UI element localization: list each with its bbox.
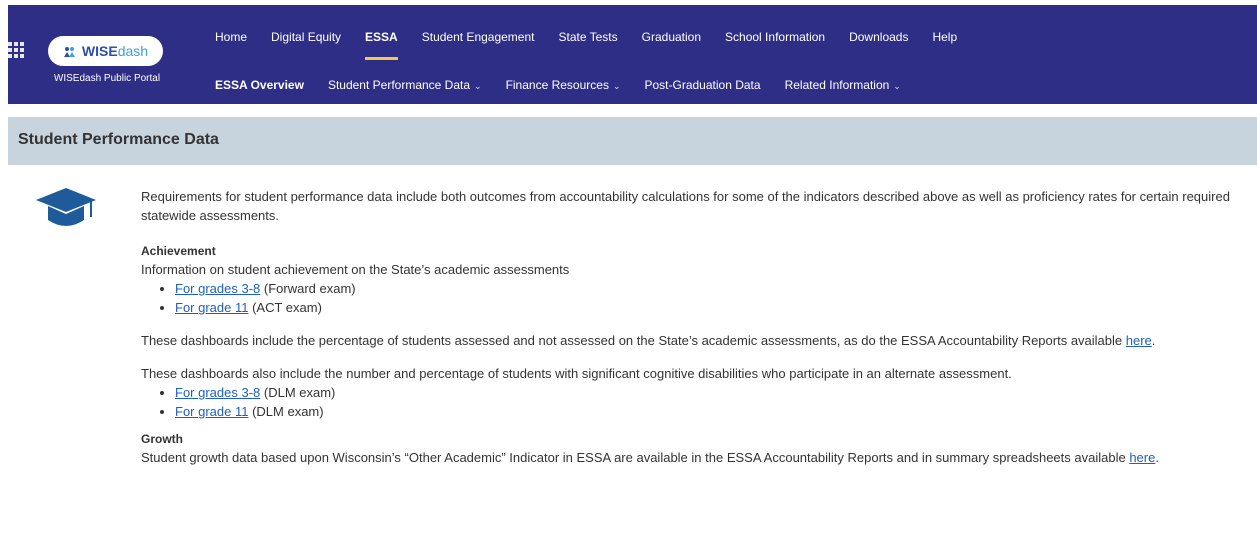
alternate-paragraph: These dashboards also include the number… [141, 366, 1012, 381]
subnav-post-graduation-data[interactable]: Post-Graduation Data [633, 78, 773, 92]
list-item: For grade 11 (DLM exam) [175, 402, 1241, 421]
link-suffix: (ACT exam) [248, 300, 322, 315]
chevron-down-icon: ⌄ [612, 81, 621, 91]
grade-11-act-link[interactable]: For grade 11 [175, 300, 248, 315]
primary-nav: Home Digital Equity ESSA Student Engagem… [203, 30, 969, 60]
list-item: For grades 3-8 (DLM exam) [175, 383, 1241, 402]
subnav-essa-overview[interactable]: ESSA Overview [203, 78, 316, 92]
growth-spreadsheets-link[interactable]: here [1129, 450, 1155, 465]
subnav-student-performance-data[interactable]: Student Performance Data ⌄ [316, 78, 494, 92]
wisedash-logo[interactable]: WISE dash [48, 36, 163, 66]
nav-state-tests[interactable]: State Tests [547, 30, 630, 50]
subnav-label: Post-Graduation Data [644, 78, 761, 92]
grade-11-dlm-link[interactable]: For grade 11 [175, 404, 248, 419]
subnav-finance-resources[interactable]: Finance Resources ⌄ [494, 78, 633, 92]
nav-graduation[interactable]: Graduation [630, 30, 713, 50]
subnav-related-information[interactable]: Related Information ⌄ [773, 78, 913, 92]
top-navigation-bar: WISE dash WISEdash Public Portal Home Dig… [8, 5, 1257, 104]
link-suffix: (DLM exam) [260, 385, 336, 400]
nav-downloads[interactable]: Downloads [837, 30, 920, 50]
grades-3-8-forward-link[interactable]: For grades 3-8 [175, 281, 260, 296]
alternate-list: For grades 3-8 (DLM exam) For grade 11 (… [141, 383, 1241, 421]
nav-essa[interactable]: ESSA [353, 30, 410, 60]
period: . [1155, 450, 1159, 465]
graduation-cap-icon [34, 182, 98, 234]
section-header: Student Performance Data [8, 117, 1257, 165]
list-item: For grade 11 (ACT exam) [175, 298, 1241, 317]
list-item: For grades 3-8 (Forward exam) [175, 279, 1241, 298]
portal-label: WISEdash Public Portal [53, 73, 161, 84]
achievement-description: Information on student achievement on th… [141, 262, 570, 277]
achievement-list: For grades 3-8 (Forward exam) For grade … [141, 279, 1241, 317]
main-content: Requirements for student performance dat… [141, 187, 1241, 467]
growth-paragraph: Student growth data based upon Wisconsin… [141, 448, 1241, 467]
nav-digital-equity[interactable]: Digital Equity [259, 30, 353, 50]
subnav-label: ESSA Overview [215, 78, 304, 92]
nav-help[interactable]: Help [920, 30, 969, 50]
nav-home[interactable]: Home [203, 30, 259, 50]
subnav-label: Student Performance Data [327, 78, 471, 92]
section-title: Student Performance Data [18, 131, 219, 148]
nav-school-information[interactable]: School Information [713, 30, 837, 50]
grades-3-8-dlm-link[interactable]: For grades 3-8 [175, 385, 260, 400]
subnav-label: Finance Resources [505, 78, 609, 92]
link-suffix: (Forward exam) [260, 281, 356, 296]
app-grid-icon[interactable] [8, 42, 24, 58]
intro-paragraph: Requirements for student performance dat… [141, 189, 1230, 223]
chevron-down-icon: ⌄ [893, 81, 901, 91]
subnav-label: Related Information [784, 78, 890, 92]
assessed-paragraph: These dashboards include the percentage … [141, 331, 1241, 350]
growth-heading: Growth [141, 432, 183, 446]
achievement-heading: Achievement [141, 244, 216, 258]
period: . [1151, 333, 1156, 348]
secondary-nav: ESSA Overview Student Performance Data ⌄ … [203, 78, 913, 92]
accountability-reports-link[interactable]: here [1126, 333, 1152, 348]
logo-text-dash: dash [117, 43, 149, 59]
logo-text-wise: WISE [81, 43, 118, 59]
link-suffix: (DLM exam) [248, 404, 324, 419]
assessed-text: These dashboards include the percentage … [141, 333, 1126, 348]
logo-people-icon [63, 45, 79, 57]
growth-text: Student growth data based upon Wisconsin… [141, 450, 1130, 465]
nav-student-engagement[interactable]: Student Engagement [410, 30, 547, 50]
chevron-down-icon: ⌄ [474, 81, 482, 91]
